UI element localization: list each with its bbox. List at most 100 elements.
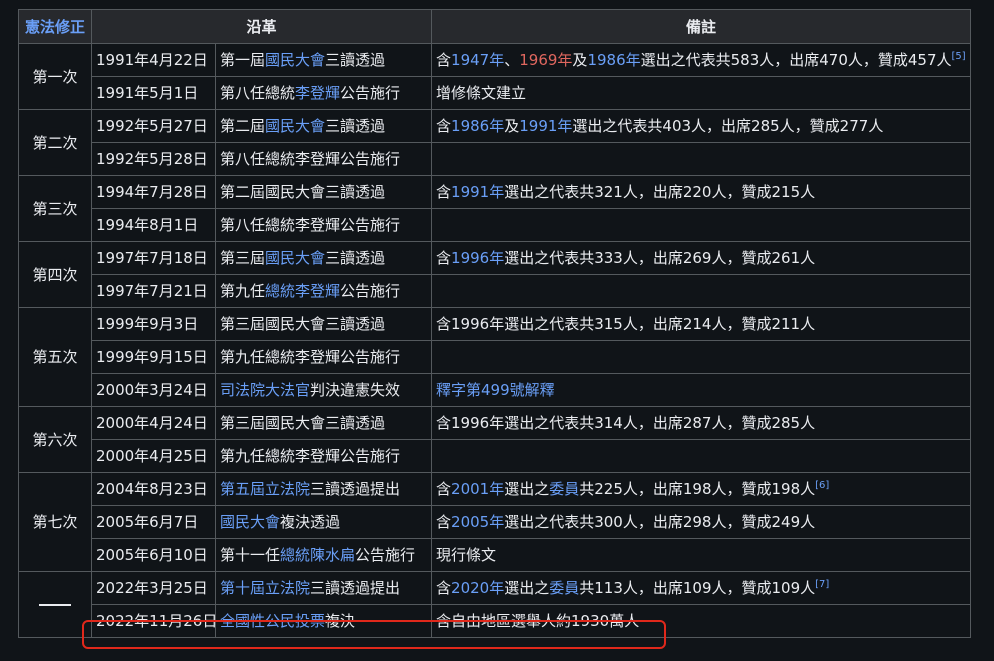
history-cell: 第十一任總統陳水扁公告施行 xyxy=(214,538,433,572)
history-cell: 國民大會複決透過 xyxy=(214,505,433,539)
link-national-assembly[interactable]: 國民大會 xyxy=(265,117,325,135)
link-national-assembly[interactable]: 國民大會 xyxy=(265,51,325,69)
note-cell: 含1996年選出之代表共333人，出席269人，贊成261人 xyxy=(431,241,972,275)
link-1996[interactable]: 1996年 xyxy=(451,249,504,267)
history-cell: 第八任總統李登輝公告施行 xyxy=(214,208,433,242)
history-cell: 第九任總統李登輝公告施行 xyxy=(214,340,433,374)
note-cell: 含1996年選出之代表共315人，出席214人，贊成211人 xyxy=(431,307,972,341)
date-cell: 1997年7月21日 xyxy=(91,274,216,308)
link-2020[interactable]: 2020年 xyxy=(451,579,504,597)
amendment-label: 第一次 xyxy=(18,43,92,110)
link-tenth-legislative-yuan[interactable]: 第十屆立法院 xyxy=(220,579,310,597)
link-referendum[interactable]: 全國性公民投票 xyxy=(220,612,325,630)
header-note: 備註 xyxy=(431,9,972,44)
date-cell: 1999年9月3日 xyxy=(91,307,216,341)
history-cell: 第九任總統李登輝公告施行 xyxy=(214,274,433,308)
amendment-label: 第四次 xyxy=(18,241,92,308)
link-fifth-legislative-yuan[interactable]: 第五屆立法院 xyxy=(220,480,310,498)
table-row: 2000年4月25日 第九任總統李登輝公告施行 xyxy=(19,439,972,473)
amendment-label: 第五次 xyxy=(18,307,92,407)
table-row: 第七次 2004年8月23日 第五屆立法院三讀透過提出 含2001年選出之委員共… xyxy=(18,472,972,572)
table-row: 第三次 1994年7月28日 第二屆國民大會三讀透過 含1991年選出之代表共3… xyxy=(18,175,972,242)
history-cell: 全國性公民投票複決 xyxy=(214,604,433,638)
note-cell: 含1991年選出之代表共321人，出席220人，贊成215人 xyxy=(431,175,972,209)
note-cell xyxy=(431,340,972,374)
table-row: 2000年3月24日 司法院大法官判決違憲失效 釋字第499號解釋 xyxy=(19,373,972,407)
date-cell: 2000年3月24日 xyxy=(91,373,216,407)
reference-6[interactable]: [6] xyxy=(815,480,829,491)
link-1947[interactable]: 1947年 xyxy=(451,51,504,69)
link-president-chen-shui-bian[interactable]: 總統陳水扁 xyxy=(280,546,355,564)
note-cell: 含2020年選出之委員共113人，出席109人，贊成109人[7] xyxy=(431,571,972,605)
date-cell: 1992年5月28日 xyxy=(91,142,216,176)
table-row: 2022年11月26日 全國性公民投票複決 含自由地區選舉人約1930萬人 xyxy=(19,604,972,638)
note-cell: 含1986年及1991年選出之代表共403人，出席285人，贊成277人 xyxy=(431,109,972,143)
link-legislator[interactable]: 委員 xyxy=(549,579,579,597)
date-cell: 1997年7月18日 xyxy=(91,241,216,275)
history-cell: 第二屆國民大會三讀透過 xyxy=(214,109,433,143)
history-cell: 第八任總統李登輝公告施行 xyxy=(214,76,433,110)
link-legislator[interactable]: 委員 xyxy=(549,480,579,498)
history-cell: 第五屆立法院三讀透過提出 xyxy=(214,472,433,506)
link-interpretation-499[interactable]: 釋字第499號解釋 xyxy=(436,381,555,399)
table-row: 2022年3月25日 第十屆立法院三讀透過提出 含2020年選出之委員共113人… xyxy=(18,571,972,638)
history-cell: 第三屆國民大會三讀透過 xyxy=(214,307,433,341)
link-1991[interactable]: 1991年 xyxy=(451,183,504,201)
link-president-lee-teng-hui[interactable]: 總統李登輝 xyxy=(265,282,340,300)
amendment-label: 第三次 xyxy=(18,175,92,242)
table-row: 第二次 1992年5月27日 第二屆國民大會三讀透過 含1986年及1991年選… xyxy=(18,109,972,176)
note-cell xyxy=(431,208,972,242)
link-grand-justices[interactable]: 司法院大法官 xyxy=(220,381,310,399)
note-cell: 含2005年選出之代表共300人，出席298人，贊成249人 xyxy=(431,505,972,539)
date-cell: 1994年8月1日 xyxy=(91,208,216,242)
date-cell: 1991年5月1日 xyxy=(91,76,216,110)
amendment-label-dash xyxy=(18,571,92,638)
reference-5[interactable]: [5] xyxy=(952,51,966,62)
table-row: 第一次 1991年4月22日 第一屆國民大會三讀透過 含1947年、1969年及… xyxy=(18,43,972,110)
header-history: 沿革 xyxy=(90,9,433,44)
date-cell: 2000年4月24日 xyxy=(91,406,216,440)
header-amendment[interactable]: 憲法修正 xyxy=(18,9,92,44)
table-row: 2005年6月7日 國民大會複決透過 含2005年選出之代表共300人，出席29… xyxy=(19,505,972,539)
reference-7[interactable]: [7] xyxy=(815,579,829,590)
table-row: 1999年9月15日 第九任總統李登輝公告施行 xyxy=(19,340,972,374)
note-cell: 含1947年、1969年及1986年選出之代表共583人，出席470人，贊成45… xyxy=(431,43,972,77)
history-cell: 第三屆國民大會三讀透過 xyxy=(214,241,433,275)
note-cell xyxy=(431,142,972,176)
date-cell: 1999年9月15日 xyxy=(91,340,216,374)
table-row: 1997年7月21日 第九任總統李登輝公告施行 xyxy=(19,274,972,308)
note-cell xyxy=(431,274,972,308)
table-row: 第五次 1999年9月3日 第三屆國民大會三讀透過 含1996年選出之代表共31… xyxy=(18,307,972,407)
note-cell: 含自由地區選舉人約1930萬人 xyxy=(431,604,972,638)
link-1969[interactable]: 1969年 xyxy=(519,51,572,69)
amendment-label: 第七次 xyxy=(18,472,92,572)
date-cell: 2000年4月25日 xyxy=(91,439,216,473)
link-1991[interactable]: 1991年 xyxy=(519,117,572,135)
note-cell: 增修條文建立 xyxy=(431,76,972,110)
history-cell: 第三屆國民大會三讀透過 xyxy=(214,406,433,440)
date-cell: 1994年7月28日 xyxy=(91,175,216,209)
link-1986[interactable]: 1986年 xyxy=(587,51,640,69)
note-cell: 現行條文 xyxy=(431,538,972,572)
link-lee-teng-hui[interactable]: 李登輝 xyxy=(295,84,340,102)
history-cell: 第一屆國民大會三讀透過 xyxy=(214,43,433,77)
note-cell xyxy=(431,439,972,473)
date-cell: 2005年6月10日 xyxy=(91,538,216,572)
link-1986[interactable]: 1986年 xyxy=(451,117,504,135)
link-national-assembly[interactable]: 國民大會 xyxy=(265,249,325,267)
date-cell: 2005年6月7日 xyxy=(91,505,216,539)
note-cell: 釋字第499號解釋 xyxy=(431,373,972,407)
table-row: 第六次 2000年4月24日 第三屆國民大會三讀透過 含1996年選出之代表共3… xyxy=(18,406,972,473)
link-2005[interactable]: 2005年 xyxy=(451,513,504,531)
note-cell: 含2001年選出之委員共225人，出席198人，贊成198人[6] xyxy=(431,472,972,506)
date-cell: 1991年4月22日 xyxy=(91,43,216,77)
constitution-amendment-table: 憲法修正 沿革 備註 第一次 1991年4月22日 第一屆國民大會三讀透過 含1… xyxy=(18,9,972,638)
table-row: 1992年5月28日 第八任總統李登輝公告施行 xyxy=(19,142,972,176)
history-cell: 第九任總統李登輝公告施行 xyxy=(214,439,433,473)
amendment-label: 第二次 xyxy=(18,109,92,176)
amendment-label: 第六次 xyxy=(18,406,92,473)
note-cell: 含1996年選出之代表共314人，出席287人，贊成285人 xyxy=(431,406,972,440)
link-2001[interactable]: 2001年 xyxy=(451,480,504,498)
link-national-assembly[interactable]: 國民大會 xyxy=(220,513,280,531)
table-row: 1991年5月1日 第八任總統李登輝公告施行 增修條文建立 xyxy=(19,76,972,110)
